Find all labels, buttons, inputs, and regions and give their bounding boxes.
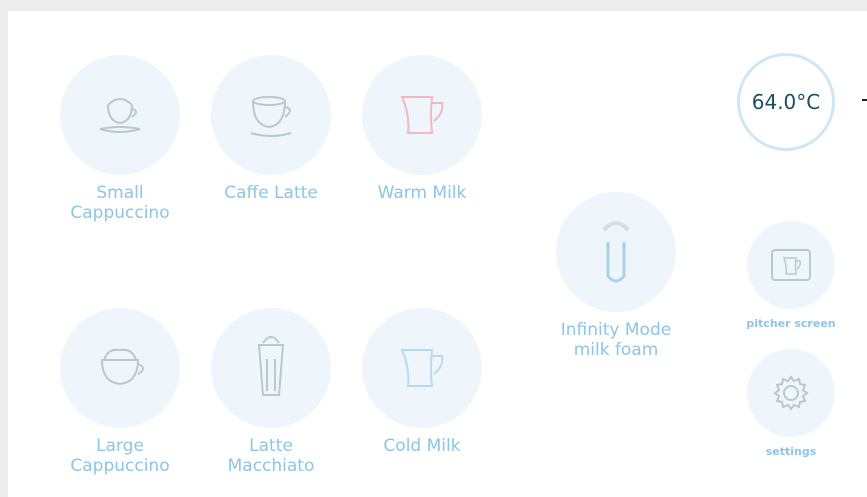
- cup-with-foam-icon: [99, 98, 141, 133]
- coffee-machine-panel: Small Cappuccino Caffe Latte Warm Milk L…: [8, 11, 867, 497]
- drink-warm-milk-label: Warm Milk: [377, 183, 467, 203]
- temperature-display: 64.0°C: [737, 53, 835, 151]
- drink-caffe-latte-circle: [211, 55, 331, 175]
- settings-label: settings: [765, 445, 817, 458]
- warm-milk-pitcher-icon: [400, 96, 444, 134]
- drink-latte-macchiato[interactable]: Latte Macchiato: [211, 308, 331, 476]
- drink-cold-milk-circle: [362, 308, 482, 428]
- pitcher-screen-circle: [747, 221, 835, 309]
- drink-warm-milk-circle: [362, 55, 482, 175]
- drink-caffe-latte[interactable]: Caffe Latte: [211, 55, 331, 203]
- drink-cold-milk-label: Cold Milk: [383, 436, 461, 456]
- drink-latte-macchiato-label: Latte Macchiato: [227, 436, 315, 476]
- large-cappuccino-icon: [100, 348, 144, 386]
- temperature-indicator-line: [862, 99, 867, 101]
- latte-macchiato-glass-icon: [257, 336, 285, 396]
- settings-circle: [747, 349, 835, 437]
- gear-icon: [773, 375, 809, 411]
- drink-large-cappuccino[interactable]: Large Cappuccino: [60, 308, 180, 476]
- pitcher-screen-icon: [771, 249, 811, 281]
- drink-cold-milk[interactable]: Cold Milk: [362, 308, 482, 456]
- drink-large-cappuccino-label: Large Cappuccino: [70, 436, 170, 476]
- infinity-mode-button[interactable]: Infinity Mode milk foam: [556, 192, 676, 360]
- infinity-mode-label: Infinity Mode milk foam: [560, 320, 672, 360]
- drink-small-cappuccino-circle: [60, 55, 180, 175]
- pitcher-screen-button[interactable]: pitcher screen: [741, 221, 841, 330]
- infinity-mode-circle: [556, 192, 676, 312]
- settings-button[interactable]: settings: [741, 349, 841, 458]
- infinity-milk-foam-icon: [602, 221, 630, 283]
- drink-warm-milk[interactable]: Warm Milk: [362, 55, 482, 203]
- drink-small-cappuccino[interactable]: Small Cappuccino: [60, 55, 180, 223]
- drink-large-cappuccino-circle: [60, 308, 180, 428]
- pitcher-screen-label: pitcher screen: [746, 317, 836, 330]
- cold-milk-pitcher-icon: [400, 349, 444, 387]
- drink-small-cappuccino-label: Small Cappuccino: [70, 183, 170, 223]
- drink-caffe-latte-label: Caffe Latte: [224, 183, 318, 203]
- latte-cup-icon: [250, 96, 292, 137]
- drink-latte-macchiato-circle: [211, 308, 331, 428]
